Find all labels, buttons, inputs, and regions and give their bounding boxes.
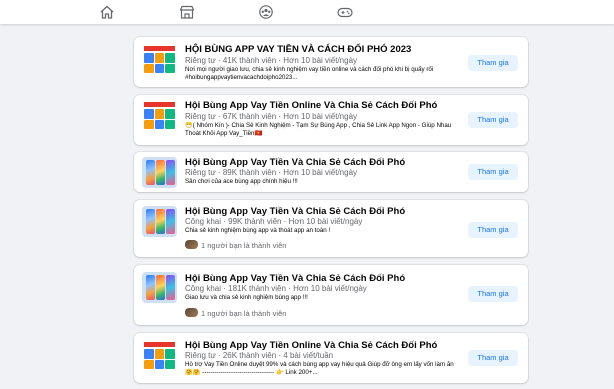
- join-button[interactable]: Tham gia: [468, 55, 518, 71]
- friend-avatar: [185, 240, 198, 249]
- group-cover-thumbnail[interactable]: [142, 340, 177, 371]
- join-button[interactable]: Tham gia: [468, 286, 518, 302]
- group-meta: Công khai · 181K thành viên · Hơn 10 bài…: [185, 284, 367, 293]
- group-title[interactable]: Hội Bùng App Vay Tiền Và Chia Sẻ Cách Đố…: [185, 206, 405, 217]
- mutual-friends-note: 1 người bạn là thành viên: [185, 308, 286, 319]
- group-cover-thumbnail[interactable]: [142, 157, 177, 188]
- group-cover-thumbnail[interactable]: [142, 100, 177, 131]
- group-description: Giao lưu và chia sẻ kinh nghiệm bùng app…: [185, 294, 308, 301]
- group-description: Chia sẻ kinh nghiệm bùng app và thoát ap…: [185, 227, 331, 234]
- mutual-friends-text: 1 người bạn là thành viên: [201, 309, 287, 318]
- group-title[interactable]: HỘI BÙNG APP VAY TIỀN VÀ CÁCH ĐỐI PHÓ 20…: [185, 44, 411, 55]
- gaming-icon[interactable]: [337, 5, 353, 19]
- mutual-friends-note: 1 người bạn là thành viên: [185, 240, 286, 251]
- group-description: Nơi mọi người giao lưu, chia sẻ kinh ngh…: [185, 66, 434, 82]
- group-meta: Riêng tư · 67K thành viên · Hơn 10 bài v…: [185, 112, 358, 121]
- group-title[interactable]: Hội Bùng App Vay Tiền Online Và Chia Sẻ …: [185, 340, 437, 351]
- join-button[interactable]: Tham gia: [468, 164, 518, 180]
- group-title[interactable]: Hội Bùng App Vay Tiền Và Chia Sẻ Cách Đố…: [185, 157, 405, 168]
- group-meta: Riêng tư · 41K thành viên · Hơn 10 bài v…: [185, 56, 358, 65]
- join-button[interactable]: Tham gia: [468, 350, 518, 366]
- join-button[interactable]: Tham gia: [468, 112, 518, 128]
- group-card[interactable]: Hội Bùng App Vay Tiền Online Và Chia Sẻ …: [134, 95, 528, 145]
- top-navigation-bar: [0, 0, 614, 24]
- group-card[interactable]: Hội Bùng App Vay Tiền Và Chia Sẻ Cách Đố…: [134, 152, 528, 192]
- friend-avatar: [185, 308, 198, 317]
- marketplace-icon[interactable]: [179, 5, 195, 19]
- group-description: 😷( Nhóm Kín )- Chia Sẻ Kinh Nghiệm - Tạm…: [185, 122, 452, 138]
- group-cover-thumbnail[interactable]: [142, 44, 177, 75]
- group-meta: Công khai · 99K thành viên · Hơn 10 bài …: [185, 217, 363, 226]
- home-icon[interactable]: [99, 5, 115, 19]
- group-cover-thumbnail[interactable]: [142, 206, 177, 237]
- group-meta: Riêng tư · 89K thành viên · Hơn 10 bài v…: [185, 168, 358, 177]
- group-meta: Riêng tư · 26K thành viên · 4 bài viết/t…: [185, 351, 334, 360]
- group-card[interactable]: Hội Bùng App Vay Tiền Và Chia Sẻ Cách Đố…: [134, 200, 528, 257]
- join-button[interactable]: Tham gia: [468, 222, 518, 238]
- group-description: Hỗ trợ Vay Tiền Online duyệt 99% và cách…: [185, 361, 454, 377]
- group-title[interactable]: Hội Bùng App Vay Tiền Và Chia Sẻ Cách Đố…: [185, 273, 405, 284]
- group-card[interactable]: Hội Bùng App Vay Tiền Và Chia Sẻ Cách Đố…: [134, 265, 528, 325]
- scrollbar[interactable]: [604, 26, 610, 389]
- groups-icon[interactable]: [258, 5, 274, 19]
- group-description: Sân chơi của ace bùng app chính hiệu !!!: [185, 178, 298, 185]
- group-card[interactable]: Hội Bùng App Vay Tiền Online Và Chia Sẻ …: [134, 333, 528, 383]
- mutual-friends-text: 1 người bạn là thành viên: [201, 241, 287, 250]
- group-title[interactable]: Hội Bùng App Vay Tiền Online Và Chia Sẻ …: [185, 100, 437, 111]
- group-card[interactable]: HỘI BÙNG APP VAY TIỀN VÀ CÁCH ĐỐI PHÓ 20…: [134, 37, 528, 87]
- group-cover-thumbnail[interactable]: [142, 272, 177, 303]
